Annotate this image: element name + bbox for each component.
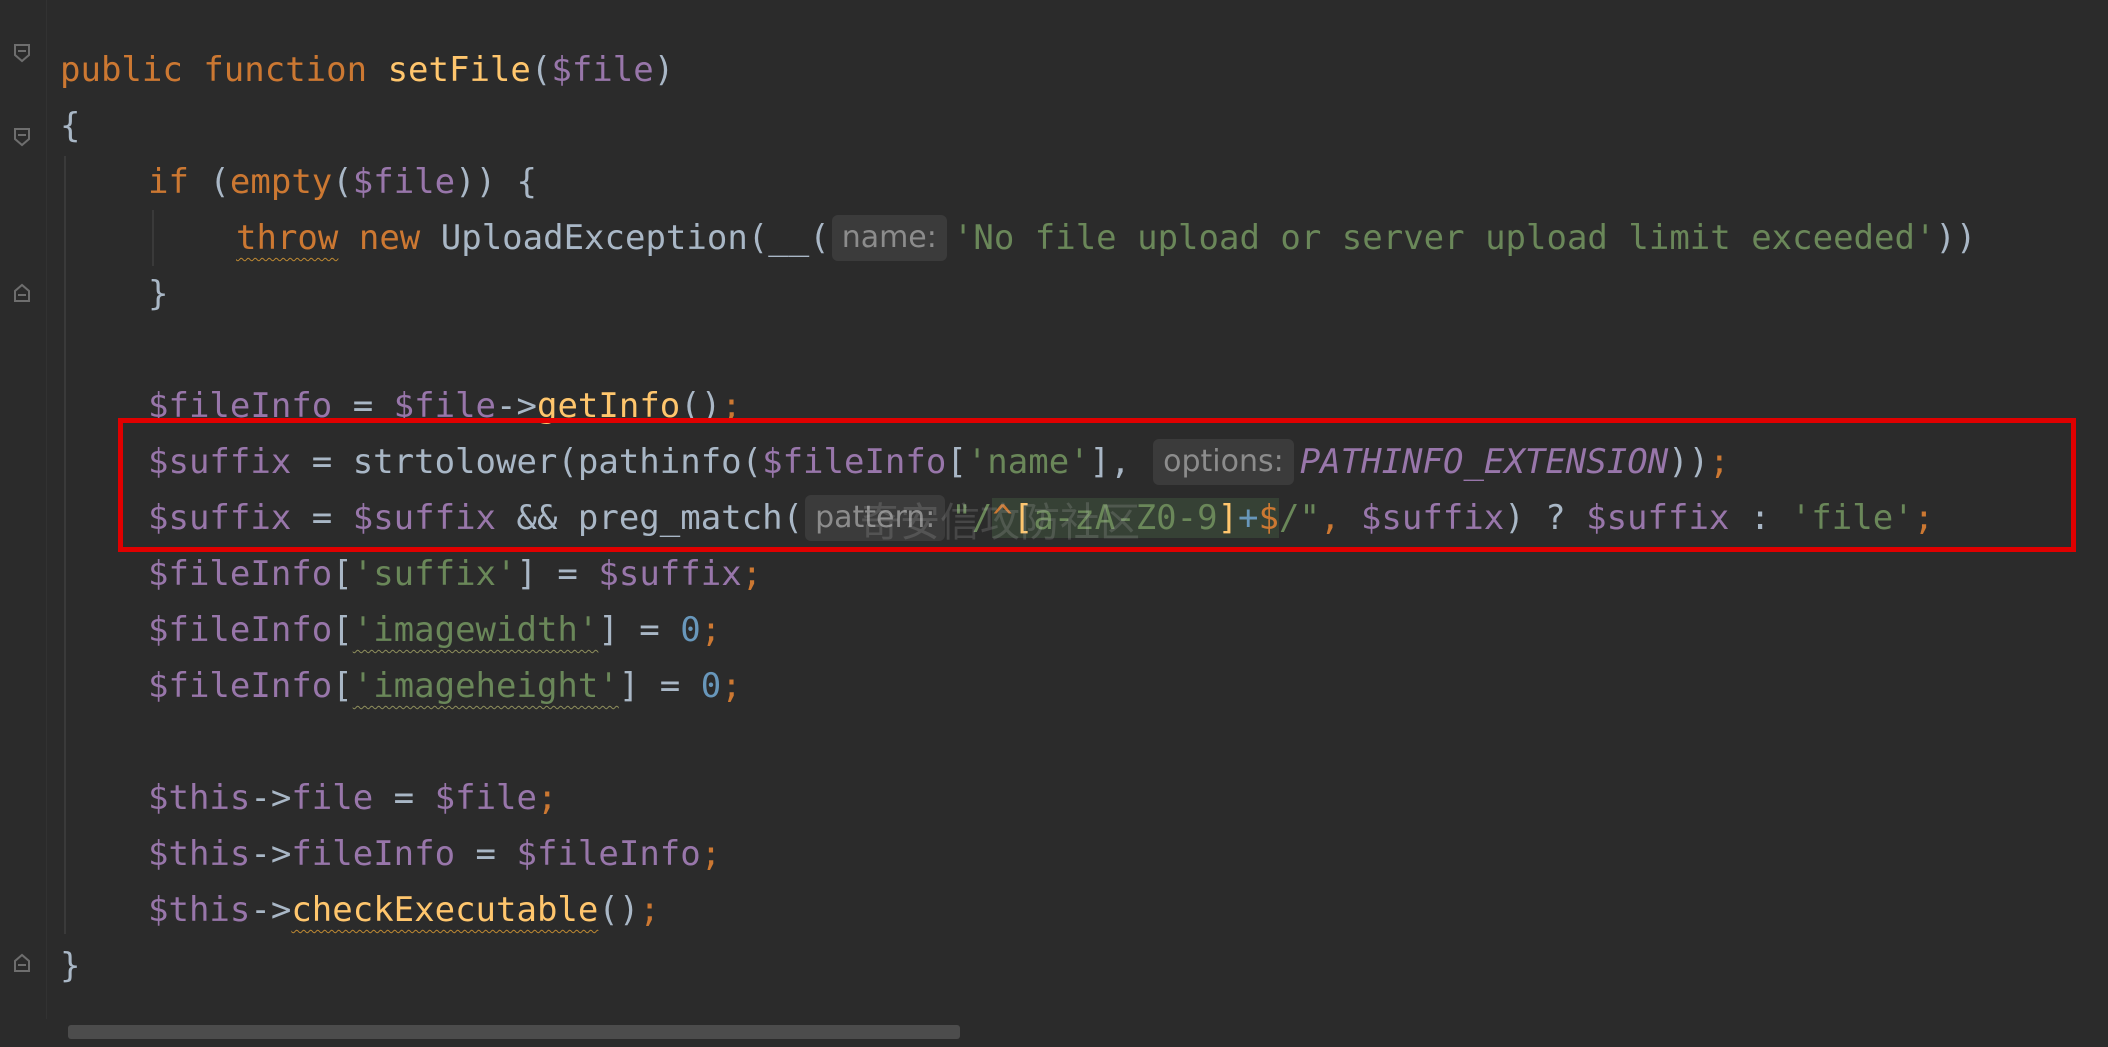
string-literal: 'imageheight': [352, 666, 619, 706]
code-line-2[interactable]: {: [60, 98, 80, 154]
code-line-14[interactable]: $this->file = $file;: [148, 770, 557, 826]
paren-open: (: [530, 50, 552, 90]
code-line-10[interactable]: $fileInfo['suffix'] = $suffix;: [148, 546, 762, 602]
var-this: $this: [148, 890, 251, 930]
fold-open-icon[interactable]: [10, 42, 34, 66]
indent-guide: [152, 210, 154, 266]
operator-assign: =: [455, 834, 517, 874]
bracket-close-assign: ] =: [618, 666, 701, 706]
number-literal: 0: [680, 610, 701, 650]
editor-gutter: [0, 0, 47, 1047]
param-file: $file: [551, 50, 654, 90]
var-fileinfo: $fileInfo: [148, 666, 333, 706]
indent-guide: [64, 156, 66, 934]
paren-open: (: [188, 162, 230, 202]
semicolon: ;: [536, 778, 558, 818]
var-fileinfo: $fileInfo: [516, 834, 701, 874]
keyword-new: new: [358, 218, 421, 258]
code-line-12[interactable]: $fileInfo['imageheight'] = 0;: [148, 658, 742, 714]
param-hint-name: name:: [831, 215, 947, 261]
bracket-open: [: [332, 610, 353, 650]
brace-close: }: [60, 946, 81, 986]
paren-close: ): [653, 50, 675, 90]
code-line-16[interactable]: $this->checkExecutable();: [148, 882, 660, 938]
code-line-3[interactable]: if (empty($file)) {: [148, 154, 537, 210]
keyword-if: if: [148, 162, 189, 202]
string-literal: 'imagewidth': [352, 610, 599, 650]
operator-assign: =: [373, 778, 435, 818]
code-line-5[interactable]: }: [148, 266, 168, 322]
fold-open-icon[interactable]: [10, 126, 34, 150]
var-fileinfo: $fileInfo: [148, 554, 333, 594]
call-parens: (): [598, 890, 640, 930]
number-literal: 0: [700, 666, 722, 706]
arrow-op: ->: [250, 778, 292, 818]
arrow-op: ->: [250, 834, 292, 874]
arrow-op: ->: [250, 890, 292, 930]
var-fileinfo: $fileInfo: [148, 610, 333, 650]
var-this: $this: [148, 834, 251, 874]
code-line-15[interactable]: $this->fileInfo = $fileInfo;: [148, 826, 721, 882]
bracket-open: [: [332, 666, 353, 706]
class-name: UploadException: [440, 218, 748, 258]
string-literal: 'No file upload or server upload limit e…: [952, 218, 1936, 258]
semicolon: ;: [721, 666, 742, 706]
code-line-4[interactable]: throw new UploadException(__(name: 'No fi…: [236, 210, 1976, 266]
fold-close-icon[interactable]: [10, 950, 34, 974]
var-file: $file: [434, 778, 537, 818]
bracket-close-assign: ] =: [516, 554, 599, 594]
var-file: $file: [352, 162, 456, 202]
keyword-public: public: [60, 50, 183, 90]
function-name: setFile: [387, 50, 531, 90]
prop-fileinfo: fileInfo: [291, 834, 456, 874]
bracket-close-assign: ] =: [598, 610, 681, 650]
code-line-1[interactable]: public function setFile($file): [60, 42, 674, 98]
var-this: $this: [148, 778, 251, 818]
string-literal: 'suffix': [352, 554, 517, 594]
semicolon: ;: [700, 610, 722, 650]
semicolon: ;: [700, 834, 722, 874]
highlight-annotation-box: [118, 418, 2076, 552]
fold-close-icon[interactable]: [10, 280, 34, 304]
bracket-open: [: [332, 554, 353, 594]
paren-open: (: [332, 162, 353, 202]
brace-open: {: [60, 106, 81, 146]
scrollbar-thumb[interactable]: [68, 1025, 960, 1039]
prop-file: file: [291, 778, 374, 818]
call-open: (__(: [747, 218, 830, 258]
var-suffix: $suffix: [598, 554, 742, 594]
code-line-17[interactable]: }: [60, 938, 80, 994]
semicolon: ;: [639, 890, 660, 930]
fn-empty: empty: [229, 162, 333, 202]
keyword-throw: throw: [236, 218, 339, 258]
semicolon: ;: [741, 554, 763, 594]
method-checkexecutable: checkExecutable: [291, 890, 599, 930]
brace-close: }: [148, 274, 169, 314]
code-line-11[interactable]: $fileInfo['imagewidth'] = 0;: [148, 602, 721, 658]
code-rest: )) {: [455, 162, 537, 202]
keyword-function: function: [203, 50, 368, 90]
call-close: )): [1935, 218, 1977, 258]
